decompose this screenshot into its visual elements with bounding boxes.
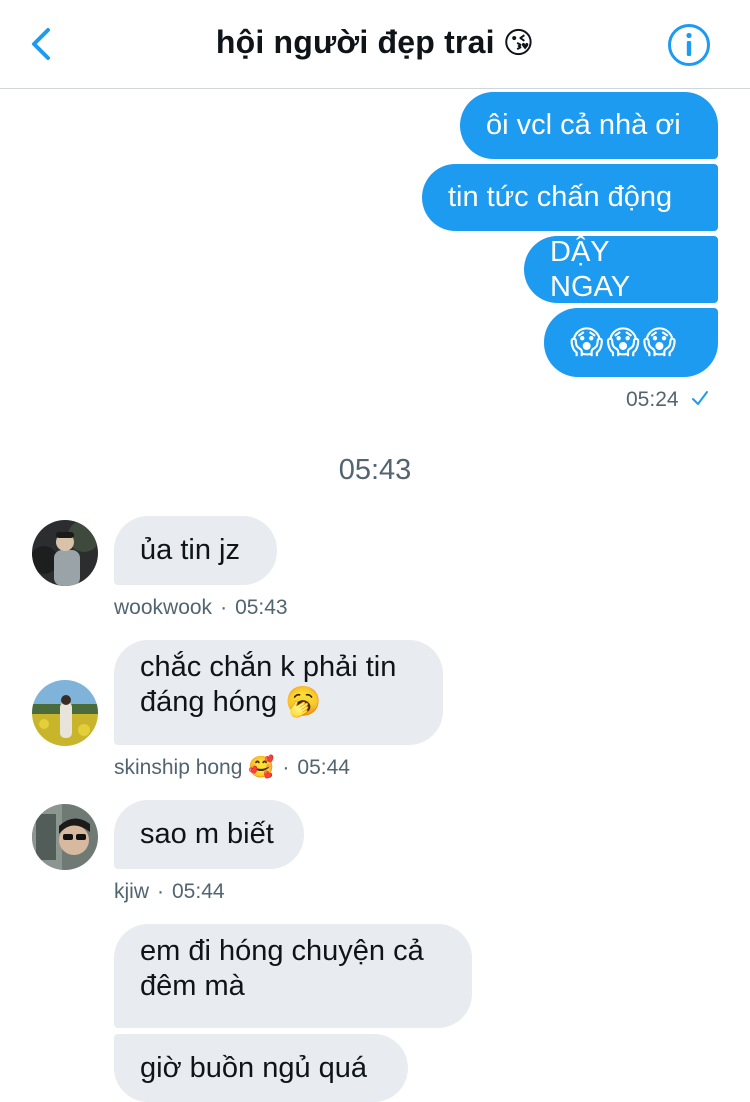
incoming-message[interactable]: sao m biết (114, 800, 304, 869)
sender-name: skinship hong (114, 756, 243, 779)
outgoing-message[interactable]: ôi vcl cả nhà ơi (460, 92, 718, 159)
incoming-message[interactable]: em đi hóng chuyện cả đêm mà (114, 924, 472, 1028)
incoming-meta: wookwook · 05:43 (114, 596, 288, 619)
sender-name: wookwook (114, 596, 213, 619)
check-icon (692, 391, 709, 405)
incoming-message[interactable]: giờ buồn ngủ quá (114, 1034, 408, 1102)
time-divider: 05:43 (338, 454, 412, 486)
message-time: 05:43 (235, 596, 288, 619)
incoming-message[interactable]: chắc chắn k phải tin đáng hóng 🥱 (114, 640, 443, 745)
conversation-header: hội người đẹp trai 😘 (0, 0, 750, 89)
message-text: sao m biết (140, 818, 274, 850)
message-text: ủa tin jz (140, 534, 240, 566)
info-icon[interactable] (667, 23, 711, 67)
sender-name: kjiw (114, 880, 149, 903)
avatar[interactable] (32, 520, 98, 586)
message-text: ôi vcl cả nhà ơi (486, 109, 681, 141)
title-emoji: 😘 (502, 27, 535, 60)
message-text: chắc chắn k phải tin đáng hóng 🥱 (140, 651, 397, 718)
incoming-meta: kjiw · 05:44 (114, 880, 225, 903)
incoming-meta: skinship hong 🥰 · 05:44 (114, 756, 350, 779)
message-text: 😱😱😱 (570, 324, 680, 360)
outgoing-message[interactable]: tin tức chấn động (422, 164, 718, 231)
outgoing-message[interactable]: DẬY NGAY (524, 236, 718, 303)
outgoing-meta: 05:24 (626, 388, 710, 412)
message-text: tin tức chấn động (448, 181, 673, 213)
avatar[interactable] (32, 680, 98, 746)
message-text: DẬY NGAY (550, 235, 631, 303)
message-time: 05:44 (297, 756, 350, 779)
sender-emoji: 🥰 (248, 756, 275, 779)
incoming-message[interactable]: ủa tin jz (114, 516, 277, 585)
message-text: em đi hóng chuyện cả đêm mà (140, 935, 424, 1002)
conversation-title: hội người đẹp trai 😘 (0, 24, 750, 61)
title-text: hội người đẹp trai (215, 24, 495, 60)
message-time: 05:24 (626, 388, 679, 411)
avatar[interactable] (32, 804, 98, 870)
message-time: 05:44 (172, 880, 225, 903)
message-text: giờ buồn ngủ quá (140, 1051, 368, 1084)
outgoing-message[interactable]: 😱😱😱 (544, 308, 718, 377)
